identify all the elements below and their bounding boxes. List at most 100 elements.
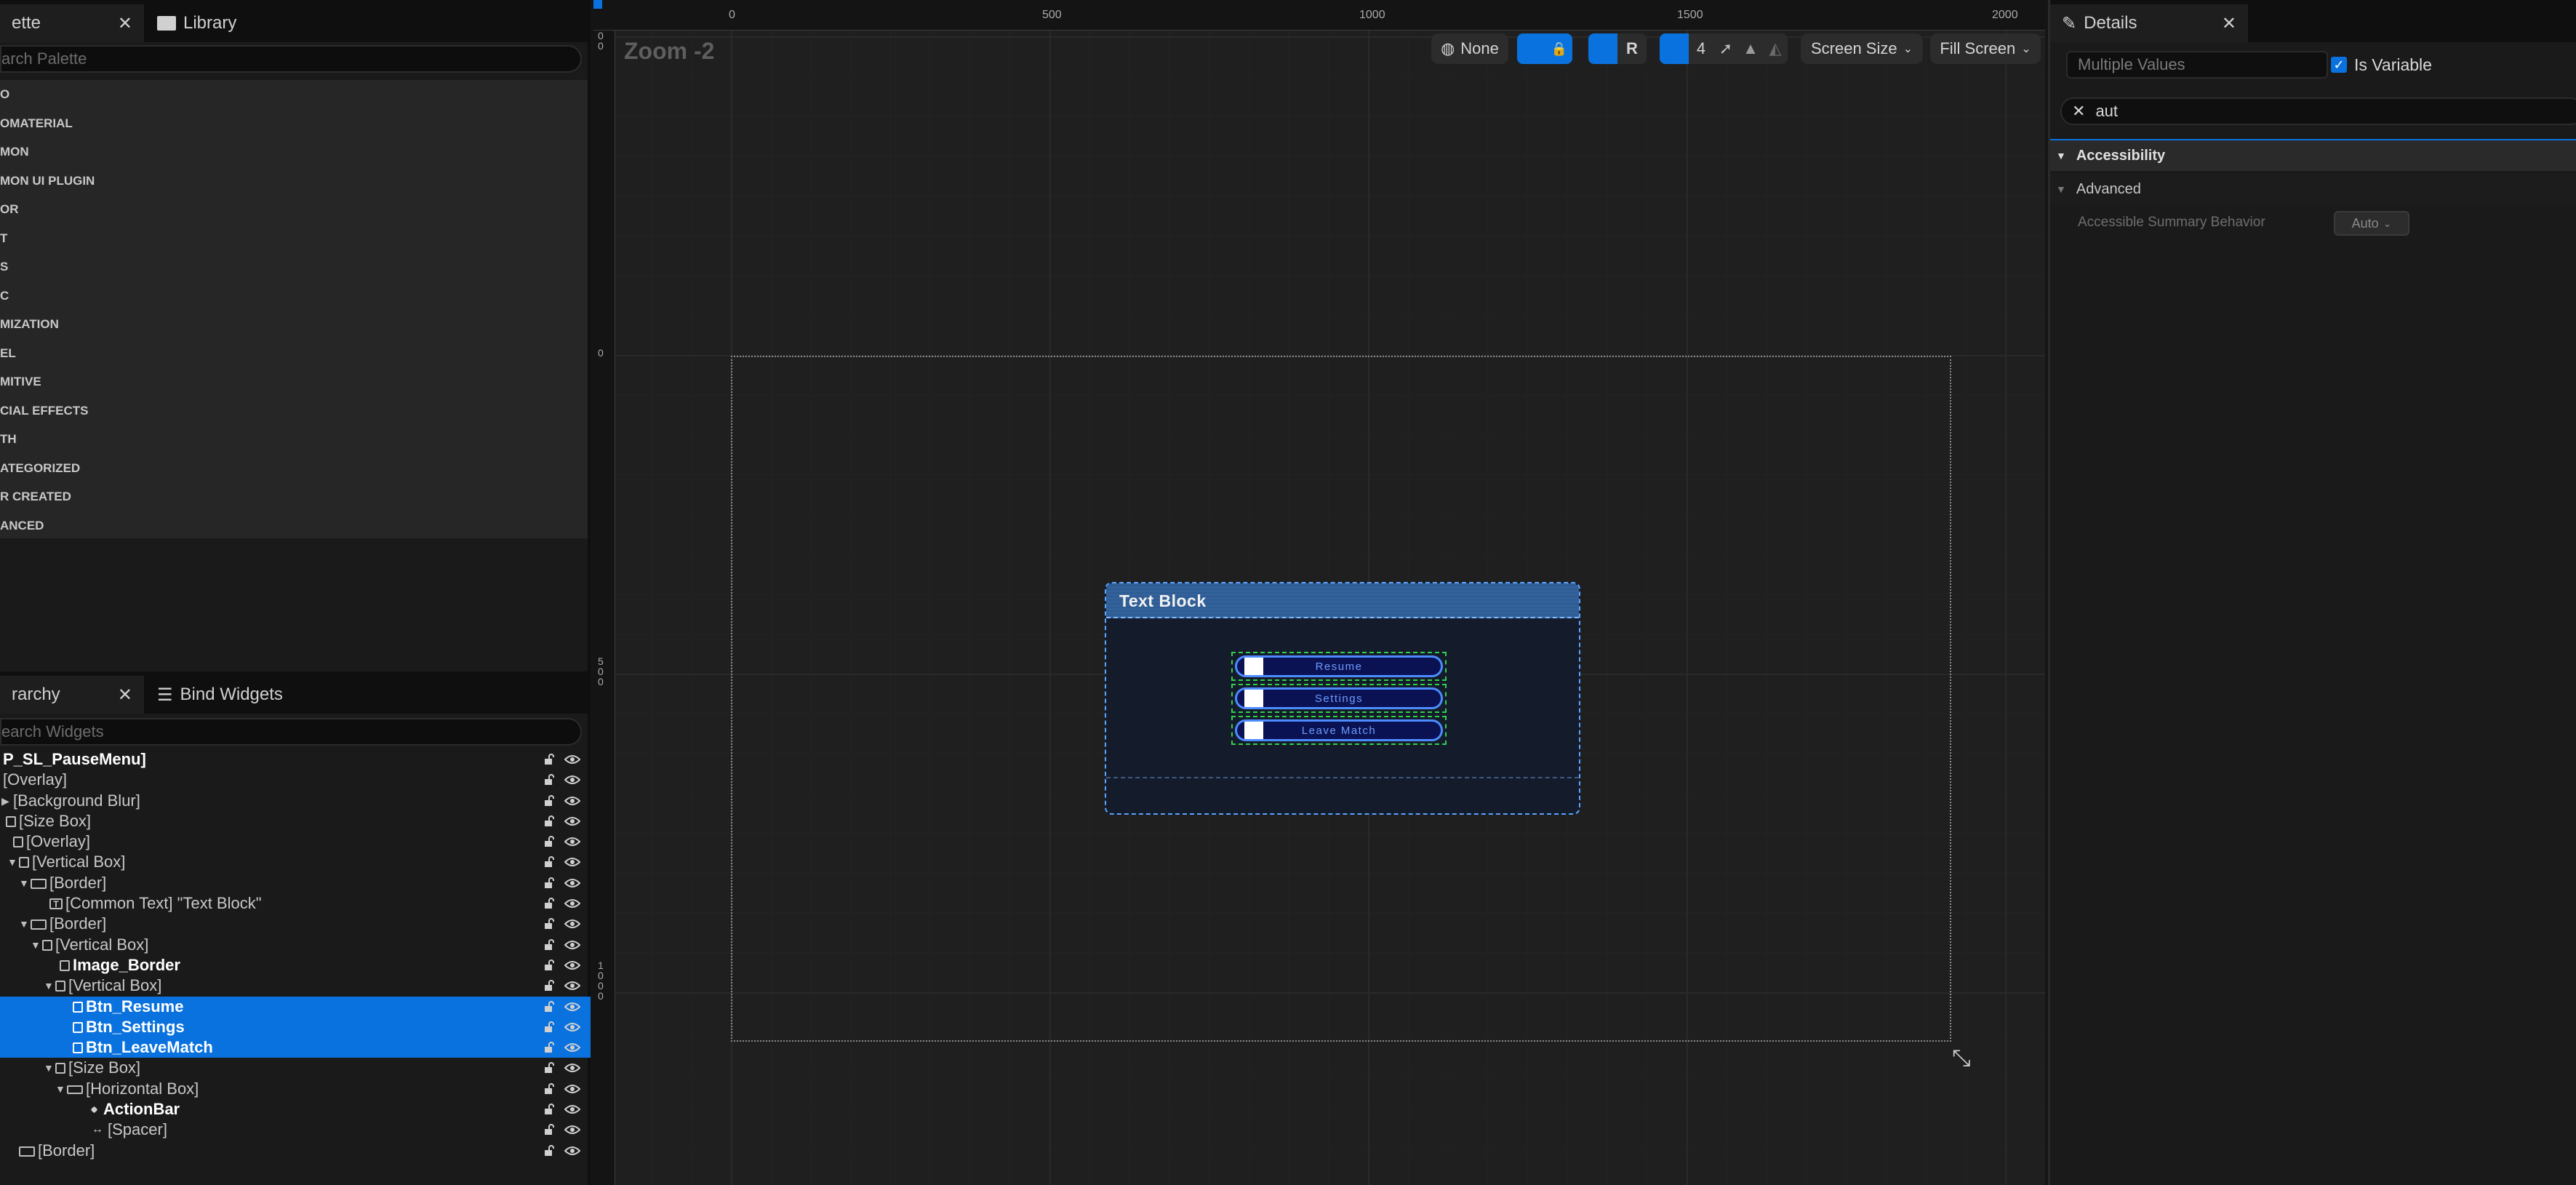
expand-arrow-icon[interactable]: ▼	[19, 914, 29, 934]
palette-category[interactable]: TH	[0, 425, 588, 454]
tree-item[interactable]: [Border]	[0, 1141, 591, 1161]
subcategory-advanced[interactable]: ▼ Advanced	[2050, 173, 2576, 205]
visibility-eye-icon[interactable]	[564, 1063, 580, 1073]
lock-toggle-icon[interactable]	[544, 959, 556, 971]
visibility-eye-icon[interactable]	[564, 1022, 580, 1032]
locale-button[interactable]: ◍ None	[1431, 33, 1508, 64]
palette-category[interactable]: O	[0, 80, 588, 109]
palette-category[interactable]: S	[0, 252, 588, 282]
tree-item[interactable]: ▼ [Border]	[0, 873, 591, 893]
tree-item[interactable]: ▶ [Background Blur]	[0, 791, 591, 811]
is-variable-checkbox[interactable]: ✓	[2331, 57, 2347, 73]
lock-toggle-icon[interactable]	[544, 1000, 556, 1013]
palette-category[interactable]: CIAL EFFECTS	[0, 396, 588, 426]
palette-category[interactable]: MITIVE	[0, 367, 588, 396]
visibility-eye-icon[interactable]	[564, 857, 580, 867]
tree-item[interactable]: Image_Border	[0, 955, 591, 975]
visibility-eye-icon[interactable]	[564, 960, 580, 970]
tab-hierarchy[interactable]: rarchy ✕	[0, 676, 144, 714]
expand-arrow-icon[interactable]: ▼	[7, 852, 17, 872]
fill-screen-dropdown[interactable]: Fill Screen ⌄	[1930, 33, 2041, 64]
close-icon[interactable]: ✕	[2222, 13, 2236, 34]
btn-leave-match[interactable]: Leave Match	[1231, 716, 1447, 745]
tree-item[interactable]: Btn_Settings	[0, 1016, 591, 1038]
lock-toggle-icon[interactable]	[544, 1042, 556, 1053]
lock-toggle-icon[interactable]	[544, 1124, 556, 1136]
lock-toggle-icon[interactable]	[544, 815, 556, 827]
lock-toggle-icon[interactable]	[544, 774, 556, 786]
r-button[interactable]: R	[1617, 33, 1647, 64]
expand-arrow-icon[interactable]: ▼	[19, 873, 29, 893]
mirror-icon[interactable]: ◭	[1763, 33, 1788, 64]
visibility-eye-icon[interactable]	[564, 1104, 580, 1114]
layout-toggle-button[interactable]	[1517, 33, 1546, 64]
visibility-eye-icon[interactable]	[564, 878, 580, 888]
tree-item[interactable]: ↔ [Spacer]	[0, 1120, 591, 1140]
menu-header[interactable]: Text Block	[1106, 583, 1579, 618]
details-search-input[interactable]: ✕ aut	[2060, 97, 2576, 125]
summary-behavior-dropdown[interactable]: Auto ⌄	[2334, 211, 2409, 236]
tree-item[interactable]: ▼ [Vertical Box]	[0, 852, 591, 872]
palette-category[interactable]: OMATERIAL	[0, 109, 588, 138]
visibility-eye-icon[interactable]	[564, 816, 580, 826]
lock-toggle-icon[interactable]	[544, 898, 556, 909]
image-icon[interactable]: ▲	[1738, 33, 1763, 64]
tree-item[interactable]: ▼ [Horizontal Box]	[0, 1079, 591, 1099]
tree-item[interactable]: [Overlay]	[0, 831, 591, 852]
screen-size-dropdown[interactable]: Screen Size ⌄	[1801, 33, 1923, 64]
outline-toggle-button[interactable]	[1588, 33, 1617, 64]
tab-details[interactable]: ✎ Details ✕	[2050, 4, 2248, 42]
expand-arrow-icon[interactable]: ▼	[31, 935, 41, 955]
close-icon[interactable]: ✕	[118, 13, 132, 34]
palette-category[interactable]: T	[0, 224, 588, 253]
visibility-eye-icon[interactable]	[564, 940, 580, 950]
lock-toggle-icon[interactable]	[544, 856, 556, 868]
expand-arrow-icon[interactable]: ▼	[44, 1058, 54, 1078]
tree-item[interactable]: [Overlay]	[0, 770, 591, 790]
palette-category[interactable]: R CREATED	[0, 482, 588, 511]
tree-item[interactable]: ▼ [Size Box]	[0, 1058, 591, 1078]
palette-category[interactable]: MIZATION	[0, 310, 588, 339]
lock-toggle-icon[interactable]	[544, 794, 556, 807]
lock-toggle-icon[interactable]	[544, 836, 556, 847]
tree-item[interactable]: T [Common Text] "Text Block"	[0, 893, 591, 914]
designer-canvas[interactable]: 0 500 1000 1500 2000 0 0 0 5 0 0 1 0 0 0 Zoom -…	[593, 0, 2045, 1185]
lock-toggle-icon[interactable]	[544, 938, 556, 951]
tree-item[interactable]: Btn_LeaveMatch	[0, 1037, 591, 1058]
visibility-eye-icon[interactable]	[564, 775, 580, 785]
tab-bind-widgets[interactable]: ☰ Bind Widgets	[145, 676, 320, 714]
category-accessibility[interactable]: ▼ Accessibility	[2050, 139, 2576, 171]
lock-toggle-icon[interactable]	[544, 1144, 556, 1157]
lock-toggle-icon[interactable]	[544, 918, 556, 930]
tree-item[interactable]: ▼ [Vertical Box]	[0, 935, 591, 955]
close-icon[interactable]: ✕	[118, 685, 132, 706]
clear-search-icon[interactable]: ✕	[2072, 102, 2085, 121]
palette-search-input[interactable]: arch Palette	[0, 45, 582, 73]
btn-settings[interactable]: Settings	[1231, 684, 1447, 713]
grid-snap-value[interactable]: 4	[1692, 33, 1711, 64]
visibility-eye-icon[interactable]	[564, 754, 580, 765]
visibility-eye-icon[interactable]	[564, 898, 580, 909]
visibility-eye-icon[interactable]	[564, 796, 580, 806]
tab-library[interactable]: Library	[145, 4, 291, 42]
lock-toggle-icon[interactable]	[544, 754, 556, 765]
expand-arrow-icon[interactable]: ▶	[1, 791, 9, 811]
tree-item[interactable]: ▼ [Vertical Box]	[0, 975, 591, 996]
palette-category[interactable]: ATEGORIZED	[0, 454, 588, 483]
palette-category[interactable]: C	[0, 282, 588, 311]
visibility-eye-icon[interactable]	[564, 1042, 580, 1053]
hierarchy-search-input[interactable]: earch Widgets	[0, 718, 582, 746]
tree-item[interactable]: ActionBar	[0, 1099, 591, 1120]
visibility-eye-icon[interactable]	[564, 1125, 580, 1135]
palette-category[interactable]: EL	[0, 339, 588, 368]
lock-icon[interactable]: 🔒	[1546, 33, 1572, 64]
widget-name-input[interactable]: Multiple Values	[2066, 51, 2328, 79]
visibility-eye-icon[interactable]	[564, 1146, 580, 1156]
visibility-eye-icon[interactable]	[564, 1084, 580, 1094]
expand-arrow-icon[interactable]: ▼	[44, 975, 54, 996]
lock-toggle-icon[interactable]	[544, 1021, 556, 1033]
lock-toggle-icon[interactable]	[544, 1062, 556, 1074]
visibility-eye-icon[interactable]	[564, 981, 580, 991]
palette-category[interactable]: OR	[0, 195, 588, 224]
tab-palette[interactable]: ette ✕	[0, 4, 144, 42]
